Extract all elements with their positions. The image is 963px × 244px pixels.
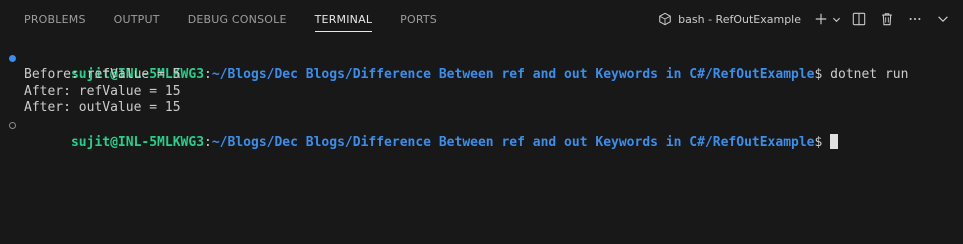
tab-ports[interactable]: PORTS: [392, 0, 445, 38]
terminal-prompt-line: sujit@INL-5MLKWG3:~/Blogs/Dec Blogs/Diff…: [0, 117, 963, 150]
prompt-path: ~/Blogs/Dec Blogs/Difference Between ref…: [211, 134, 815, 150]
chevron-down-icon: [832, 15, 841, 24]
plus-icon: [814, 12, 828, 26]
new-terminal-button[interactable]: [813, 9, 829, 29]
trash-icon: [880, 12, 894, 26]
kill-terminal-button[interactable]: [877, 9, 897, 29]
terminal-launch-profile-dropdown[interactable]: [831, 9, 841, 29]
tab-terminal[interactable]: TERMINAL: [307, 0, 381, 38]
output-text: After: refValue = 15: [24, 83, 181, 99]
terminal-output[interactable]: sujit@INL-5MLKWG3:~/Blogs/Dec Blogs/Diff…: [0, 50, 963, 150]
prompt-colon: :: [204, 134, 212, 150]
tab-debug-console[interactable]: DEBUG CONSOLE: [180, 0, 295, 38]
split-terminal-button[interactable]: [849, 9, 869, 29]
hide-panel-button[interactable]: [933, 9, 953, 29]
terminal-command-line: sujit@INL-5MLKWG3:~/Blogs/Dec Blogs/Diff…: [0, 50, 963, 82]
terminal-cursor: [830, 133, 839, 149]
prompt-user-host: sujit@INL-5MLKWG3: [70, 134, 205, 150]
panel-tabs: PROBLEMS OUTPUT DEBUG CONSOLE TERMINAL P…: [0, 0, 445, 38]
terminal-panel: PROBLEMS OUTPUT DEBUG CONSOLE TERMINAL P…: [0, 0, 963, 244]
split-icon: [852, 12, 866, 26]
new-terminal-group: [813, 9, 841, 29]
command-success-decoration-icon[interactable]: [9, 55, 16, 62]
panel-tab-bar: PROBLEMS OUTPUT DEBUG CONSOLE TERMINAL P…: [0, 0, 963, 38]
terminal-selector[interactable]: bash - RefOutExample: [654, 10, 805, 28]
output-text: Before: refValue = 5: [24, 66, 181, 82]
terminal-shell-icon: [658, 12, 672, 26]
output-text: After: outValue = 15: [24, 100, 181, 116]
terminal-output-line: After: refValue = 15: [0, 84, 963, 101]
ellipsis-icon: [908, 12, 922, 26]
panel-actions: bash - RefOutExample: [654, 0, 953, 38]
terminal-output-line: Before: refValue = 5: [0, 67, 963, 84]
command-pending-decoration-icon[interactable]: [9, 122, 16, 130]
terminal-output-line: After: outValue = 15: [0, 100, 963, 117]
terminal-name-label: bash - RefOutExample: [678, 12, 801, 26]
prompt-char: $: [814, 134, 823, 150]
chevron-down-icon: [936, 12, 950, 26]
more-actions-button[interactable]: [905, 9, 925, 29]
tab-output[interactable]: OUTPUT: [106, 0, 168, 38]
tab-problems[interactable]: PROBLEMS: [16, 0, 94, 38]
